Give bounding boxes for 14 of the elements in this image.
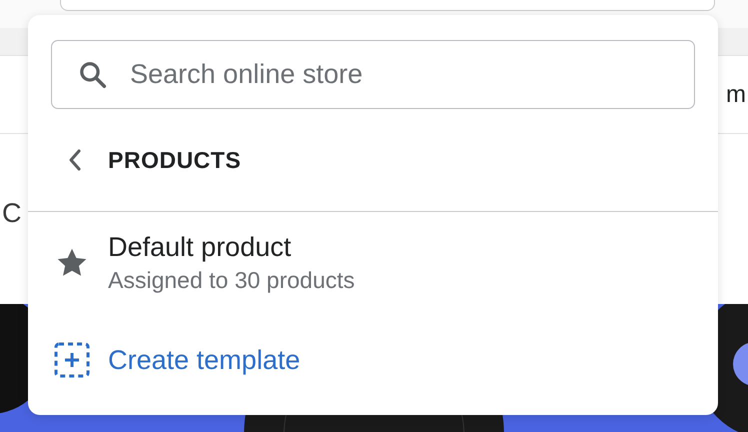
template-title: Default product bbox=[108, 232, 292, 263]
search-field[interactable]: Search online store bbox=[51, 40, 695, 109]
search-input[interactable]: Search online store bbox=[128, 58, 668, 91]
section-title: PRODUCTS bbox=[108, 146, 242, 174]
create-template-link[interactable]: Create template bbox=[54, 342, 300, 378]
dashed-plus-icon bbox=[54, 342, 90, 378]
page-text: m bbox=[726, 80, 746, 108]
template-item[interactable]: Default product Assigned to 30 products bbox=[28, 212, 718, 294]
page-text: C bbox=[2, 198, 22, 228]
template-subtitle: Assigned to 30 products bbox=[108, 267, 355, 294]
chevron-left-icon bbox=[68, 148, 82, 172]
search-icon bbox=[78, 60, 108, 90]
back-button[interactable] bbox=[68, 148, 82, 172]
text-field[interactable] bbox=[60, 0, 715, 11]
